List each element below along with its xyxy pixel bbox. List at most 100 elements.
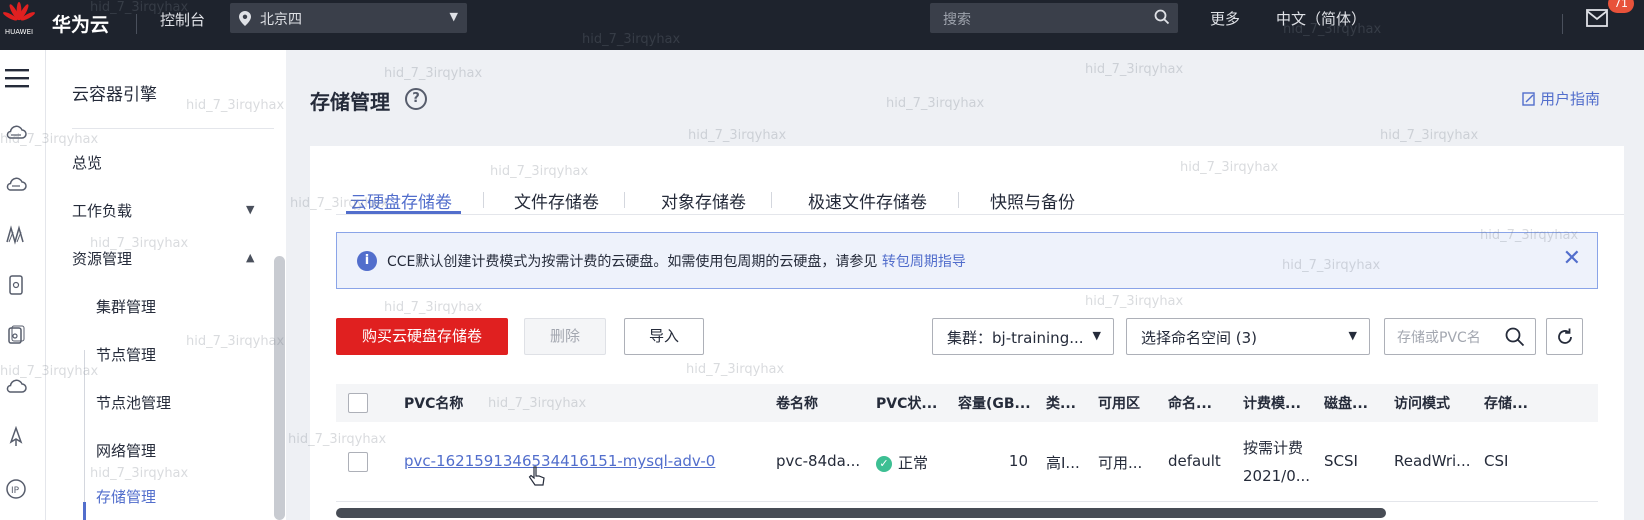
cloud-server-icon[interactable] — [5, 122, 27, 144]
global-search-input[interactable]: 搜索 — [930, 3, 1178, 33]
close-icon[interactable]: ✕ — [1563, 247, 1581, 271]
edit-doc-icon — [1522, 92, 1536, 110]
col-namespace[interactable]: 命名... — [1168, 393, 1212, 413]
refresh-button[interactable] — [1546, 318, 1583, 355]
billing-mode: 按需计费 — [1243, 439, 1304, 457]
namespace-select-value: 选择命名空间 (3) — [1141, 329, 1258, 347]
tab-obs[interactable]: 对象存储卷 — [661, 188, 746, 213]
console-link[interactable]: 控制台 — [160, 9, 205, 30]
region-select[interactable]: 北京四 ▼ — [230, 3, 467, 33]
delete-button[interactable]: 删除 — [524, 318, 606, 355]
refresh-icon — [1558, 328, 1572, 344]
help-icon[interactable]: ? — [405, 88, 427, 110]
capacity: 10 — [1008, 452, 1028, 470]
storage-device-icon[interactable] — [5, 274, 27, 296]
notice-text: CCE默认创建计费模式为按需计费的云硬盘。如需使用包周期的云硬盘，请参见 转包周… — [387, 251, 966, 271]
pvc-search-input[interactable]: 存储或PVC名 — [1384, 318, 1536, 355]
database-icon[interactable] — [5, 324, 27, 346]
tab-snapshot[interactable]: 快照与备份 — [990, 188, 1075, 213]
availability-zone: 可用... — [1098, 454, 1143, 472]
col-disk[interactable]: 磁盘... — [1324, 393, 1368, 413]
horizontal-scrollbar[interactable] — [336, 508, 1386, 518]
tab-sfs[interactable]: 文件存储卷 — [514, 188, 599, 213]
sidebar-item-workload[interactable]: 工作负载 — [72, 200, 132, 221]
chevron-up-icon[interactable]: ▲ — [246, 251, 254, 264]
col-type[interactable]: 类... — [1046, 393, 1076, 413]
search-icon[interactable] — [1154, 9, 1170, 29]
page-title: 存储管理 — [310, 90, 390, 114]
namespace: default — [1168, 452, 1221, 470]
tab-separator — [958, 192, 959, 208]
sidebar-item-node[interactable]: 节点管理 — [96, 344, 156, 365]
cluster-select[interactable]: 集群：bj-training... ▼ — [932, 318, 1114, 355]
huawei-logo[interactable]: HUAWEI — [0, 0, 38, 50]
chevron-down-icon: ▼ — [1348, 329, 1357, 342]
mail-icon[interactable] — [1586, 9, 1608, 31]
sidebar-scrollbar[interactable] — [274, 256, 285, 520]
pvc-name-link[interactable]: pvc-1621591346534416151-mysql-adv-0 — [404, 452, 715, 470]
sidebar-item-cluster[interactable]: 集群管理 — [96, 296, 156, 317]
location-pin-icon — [239, 11, 251, 30]
divider — [136, 14, 137, 34]
buy-evs-button[interactable]: 购买云硬盘存储卷 — [336, 318, 508, 355]
info-icon: i — [357, 251, 377, 271]
tree-line — [84, 350, 85, 520]
cloud-icon[interactable] — [5, 174, 27, 196]
namespace-select[interactable]: 选择命名空间 (3) ▼ — [1126, 318, 1370, 355]
tab-evs[interactable]: 云硬盘存储卷 — [350, 188, 452, 213]
menu-icon[interactable] — [5, 67, 29, 89]
svg-text:IP: IP — [11, 486, 20, 496]
tab-separator — [483, 192, 484, 208]
status-text: 正常 — [898, 454, 929, 472]
brand-name[interactable]: 华为云 — [52, 10, 109, 37]
user-guide-link[interactable]: 用户指南 — [1522, 88, 1600, 110]
sidebar-item-storage[interactable]: 存储管理 — [96, 486, 156, 507]
more-menu[interactable]: 更多 — [1210, 8, 1240, 29]
logo-text: HUAWEI — [4, 28, 34, 36]
table-header: PVC名称 卷名称 PVC状... 容量(GB... 类... 可用区 命名..… — [336, 384, 1598, 422]
tab-divider — [336, 214, 1624, 215]
ip-icon[interactable]: IP — [5, 478, 27, 500]
tab-sfs-turbo[interactable]: 极速文件存储卷 — [808, 188, 927, 213]
sidebar-item-network[interactable]: 网络管理 — [96, 440, 156, 461]
active-tab-indicator — [346, 211, 461, 214]
storage-class: CSI — [1484, 452, 1509, 470]
cce-sidebar: 云容器引擎 总览 工作负载 ▼ 资源管理 ▲ 集群管理 节点管理 节点池管理 网… — [46, 50, 286, 520]
network-icon[interactable] — [5, 224, 27, 246]
tab-separator — [771, 192, 772, 208]
select-all-checkbox[interactable] — [348, 393, 368, 413]
notice-link[interactable]: 转包周期指导 — [882, 254, 966, 270]
search-icon[interactable] — [1505, 327, 1525, 351]
chevron-down-icon[interactable]: ▼ — [246, 203, 254, 216]
sidebar-item-overview[interactable]: 总览 — [72, 152, 102, 173]
search-placeholder: 搜索 — [943, 12, 971, 28]
access-mode: ReadWri... — [1394, 452, 1471, 470]
chevron-down-icon: ▼ — [1092, 329, 1101, 342]
chevron-down-icon: ▼ — [449, 10, 458, 23]
active-indicator — [83, 502, 86, 520]
watermark: hid_7_3irqyhax — [688, 128, 787, 143]
sidebar-item-resource[interactable]: 资源管理 — [72, 248, 132, 269]
col-storage[interactable]: 存储... — [1484, 393, 1528, 413]
cloud-service-icon[interactable] — [5, 376, 27, 398]
col-billing[interactable]: 计费模... — [1243, 393, 1301, 413]
divider — [72, 128, 274, 129]
col-capacity[interactable]: 容量(GB... — [958, 393, 1031, 413]
search-placeholder: 存储或PVC名 — [1397, 330, 1481, 346]
col-volume-name[interactable]: 卷名称 — [776, 393, 818, 413]
col-az[interactable]: 可用区 — [1098, 393, 1140, 413]
sidebar-title: 云容器引擎 — [72, 85, 157, 105]
col-pvc-name[interactable]: PVC名称 — [404, 393, 463, 413]
volume-name: pvc-84da... — [776, 452, 861, 470]
import-button[interactable]: 导入 — [624, 318, 704, 355]
row-checkbox[interactable] — [348, 452, 368, 472]
col-pvc-status[interactable]: PVC状... — [876, 393, 937, 413]
col-access-mode[interactable]: 访问模式 — [1394, 393, 1450, 413]
sidebar-item-nodepool[interactable]: 节点池管理 — [96, 392, 171, 413]
language-select[interactable]: 中文（简体） — [1276, 8, 1366, 29]
info-notice: i CCE默认创建计费模式为按需计费的云硬盘。如需使用包周期的云硬盘，请参见 转… — [336, 232, 1598, 289]
service-icon-rail: IP — [0, 50, 46, 520]
deploy-icon[interactable] — [5, 425, 27, 448]
pvc-status: ✓ 正常 — [876, 452, 928, 473]
check-circle-icon: ✓ — [876, 456, 892, 472]
